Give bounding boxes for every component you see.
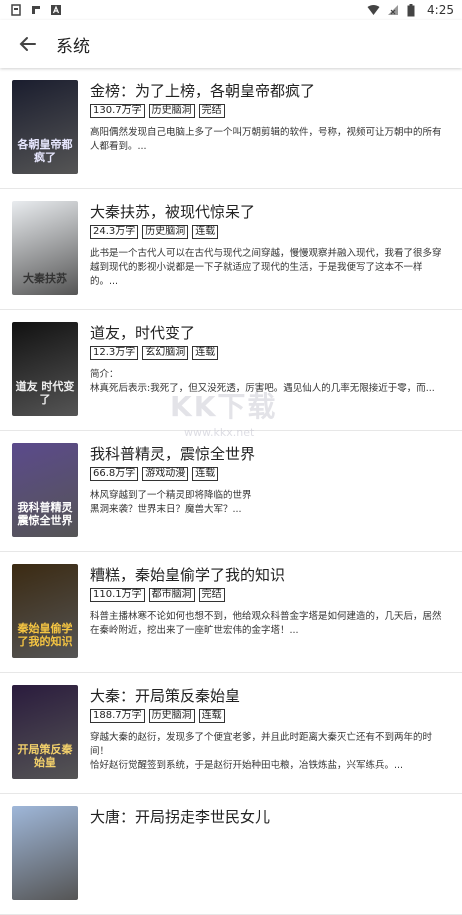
book-list-item[interactable]: 秦始皇偷学了我的知识 糟糕，秦始皇偷学了我的知识 110.1万字 都市脑洞 完结 科… xyxy=(0,552,462,673)
book-title[interactable]: 大秦扶苏，被现代惊呆了 xyxy=(90,201,450,222)
book-tags: 130.7万字 历史脑洞 完结 xyxy=(90,104,225,118)
app-bar: 系统 xyxy=(0,20,462,68)
book-tag: 完结 xyxy=(198,104,225,118)
cover-title: 大秦扶苏 xyxy=(23,272,67,285)
book-list-item[interactable]: 我科普精灵震惊全世界 我科普精灵，震惊全世界 66.8万字 游戏动漫 连载 林风穿越… xyxy=(0,431,462,552)
book-tag: 都市脑洞 xyxy=(148,588,195,602)
app-notification-icon xyxy=(30,4,42,16)
book-tag: 完结 xyxy=(198,588,225,602)
wifi-icon xyxy=(367,4,380,16)
book-list: 各朝皇帝都疯了 金榜：为了上榜，各朝皇帝都疯了 130.7万字 历史脑洞 完结 高阳… xyxy=(0,68,462,915)
book-tag: 玄幻脑洞 xyxy=(142,346,189,360)
book-title[interactable]: 糟糕，秦始皇偷学了我的知识 xyxy=(90,564,450,585)
book-tag: 游戏动漫 xyxy=(142,467,189,481)
no-signal-icon xyxy=(387,4,399,16)
book-tag: 188.7万字 xyxy=(90,709,145,723)
book-tag: 连载 xyxy=(198,709,225,723)
book-tag: 连载 xyxy=(192,225,219,239)
book-description: 高阳偶然发现自己电脑上多了一个叫万朝剪辑的软件，号称，视频可让万朝中的所有人都看… xyxy=(90,127,442,152)
battery-icon xyxy=(407,4,419,17)
book-cover[interactable]: 秦始皇偷学了我的知识 xyxy=(12,564,78,658)
a-notification-icon xyxy=(50,4,62,16)
book-title[interactable]: 大唐：开局拐走李世民女儿 xyxy=(90,806,450,827)
book-title[interactable]: 我科普精灵，震惊全世界 xyxy=(90,443,450,464)
book-list-item[interactable]: 开局策反秦始皇 大秦：开局策反秦始皇 188.7万字 历史脑洞 连载 穿越大秦的赵衍… xyxy=(0,673,462,794)
arrow-left-icon xyxy=(19,37,36,51)
book-tag: 历史脑洞 xyxy=(148,104,195,118)
cover-title: 各朝皇帝都疯了 xyxy=(17,138,73,164)
book-tags: 12.3万字 玄幻脑洞 连载 xyxy=(90,346,219,360)
book-tag: 历史脑洞 xyxy=(142,225,189,239)
book-cover[interactable]: 各朝皇帝都疯了 xyxy=(12,80,78,174)
book-tag: 66.8万字 xyxy=(90,467,139,481)
book-tags: 110.1万字 都市脑洞 完结 xyxy=(90,588,225,602)
book-cover[interactable] xyxy=(12,806,78,900)
back-button[interactable] xyxy=(0,20,56,68)
book-cover[interactable]: 开局策反秦始皇 xyxy=(12,685,78,779)
clock: 4:25 xyxy=(427,3,454,17)
book-description: 穿越大秦的赵衍，发现多了个便宜老爹，并且此时距离大秦灭亡还有不到两年的时间！ 恰… xyxy=(90,732,433,771)
watermark-url: www.kkx.net xyxy=(184,426,255,439)
book-cover[interactable]: 道友 时代变了 xyxy=(12,322,78,416)
book-title[interactable]: 金榜：为了上榜，各朝皇帝都疯了 xyxy=(90,80,450,101)
book-title[interactable]: 道友，时代变了 xyxy=(90,322,450,343)
book-description: 林风穿越到了一个精灵即将降临的世界 黑洞来袭？世界末日？魔兽大军？... xyxy=(90,490,252,515)
book-tags: 24.3万字 历史脑洞 连载 xyxy=(90,225,219,239)
book-list-item[interactable]: 大唐：开局拐走李世民女儿 xyxy=(0,794,462,915)
watermark: KK下载 xyxy=(170,390,278,423)
book-tags: 188.7万字 历史脑洞 连载 xyxy=(90,709,225,723)
book-tags: 66.8万字 游戏动漫 连载 xyxy=(90,467,219,481)
book-cover[interactable]: 大秦扶苏 xyxy=(12,201,78,295)
book-title[interactable]: 大秦：开局策反秦始皇 xyxy=(90,685,450,706)
book-description: 此书是一个古代人可以在古代与现代之间穿越，慢慢观察并融入现代，我看了很多穿越到现… xyxy=(90,248,442,287)
book-tag: 连载 xyxy=(192,467,219,481)
book-tag: 历史脑洞 xyxy=(148,709,195,723)
book-cover[interactable]: 我科普精灵震惊全世界 xyxy=(12,443,78,537)
book-list-item[interactable]: 各朝皇帝都疯了 金榜：为了上榜，各朝皇帝都疯了 130.7万字 历史脑洞 完结 高阳… xyxy=(0,68,462,189)
book-description: 科普主播林寒不论如何也想不到，他给观众科普金字塔是如何建造的，几天后，居然在秦岭… xyxy=(90,611,442,636)
book-tag: 连载 xyxy=(192,346,219,360)
book-tag: 130.7万字 xyxy=(90,104,145,118)
page-title: 系统 xyxy=(56,36,90,57)
notification-icon xyxy=(10,4,22,16)
book-tag: 12.3万字 xyxy=(90,346,139,360)
book-list-item[interactable]: 大秦扶苏 大秦扶苏，被现代惊呆了 24.3万字 历史脑洞 连载 此书是一个古代人可以… xyxy=(0,189,462,310)
book-tag: 24.3万字 xyxy=(90,225,139,239)
cover-title: 秦始皇偷学了我的知识 xyxy=(17,622,73,648)
cover-title: 我科普精灵震惊全世界 xyxy=(17,501,73,527)
cover-title: 道友 时代变了 xyxy=(15,380,75,406)
status-bar: 4:25 xyxy=(0,0,462,20)
book-tag: 110.1万字 xyxy=(90,588,145,602)
cover-title: 开局策反秦始皇 xyxy=(17,743,73,769)
